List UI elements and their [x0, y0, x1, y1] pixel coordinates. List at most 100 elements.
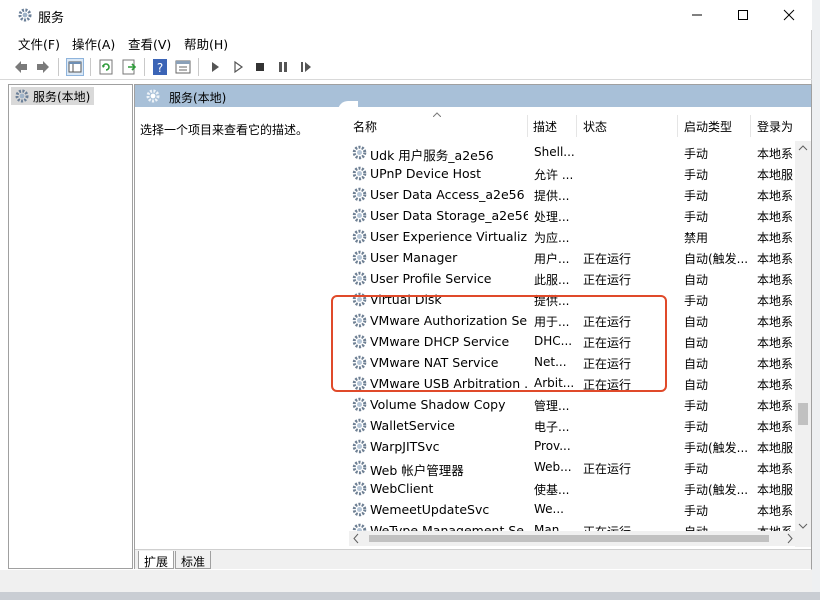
maximize-button[interactable] [720, 0, 766, 30]
service-row[interactable]: User Manager 用户... 正在运行 自动(触发... 本地系 [349, 247, 811, 268]
service-gear-icon [351, 270, 368, 287]
service-log-on-as: 本地服 [757, 168, 794, 182]
service-description: 管理... [534, 399, 570, 413]
menu-file[interactable]: 文件(F) [18, 34, 60, 53]
service-log-on-as: 本地系 [757, 504, 794, 518]
view-tabs: 扩展 标准 [135, 549, 811, 569]
menu-help[interactable]: 帮助(H) [184, 34, 228, 53]
service-row[interactable]: WemeetUpdateSvc We... 手动 本地系 [349, 499, 811, 520]
service-log-on-as: 本地系 [757, 357, 794, 371]
tab-extended[interactable]: 扩展 [138, 551, 175, 569]
service-status: 正在运行 [583, 273, 632, 287]
service-name: WemeetUpdateSvc [370, 502, 490, 517]
service-startup-type: 手动 [684, 189, 709, 203]
vertical-scroll-thumb[interactable] [798, 403, 808, 425]
services-gear-icon [146, 89, 160, 103]
menu-view[interactable]: 查看(V) [128, 34, 171, 53]
sort-ascending-icon [433, 112, 441, 117]
taskbar-strip [0, 592, 820, 600]
background-strip [812, 0, 820, 592]
service-row[interactable]: Volume Shadow Copy 管理... 手动 本地系 [349, 394, 811, 415]
service-row[interactable]: User Data Access_a2e56 提供... 手动 本地系 [349, 184, 811, 205]
service-description: Shell... [534, 145, 575, 159]
column-header-startup-type[interactable]: 启动类型 [678, 107, 750, 141]
service-name: User Data Storage_a2e56 [370, 208, 528, 223]
service-name: Web 帐户管理器 [370, 463, 464, 478]
properties-icon[interactable] [174, 58, 192, 76]
service-startup-type: 手动(触发... [684, 441, 749, 455]
service-log-on-as: 本地系 [757, 147, 794, 161]
service-log-on-as: 本地系 [757, 420, 794, 434]
column-header-status[interactable]: 状态 [577, 107, 677, 141]
service-row[interactable]: UPnP Device Host 允许 ... 手动 本地服 [349, 163, 811, 184]
horizontal-scroll-thumb[interactable] [369, 535, 769, 542]
column-header-label: 状态 [583, 120, 608, 134]
service-startup-type: 手动(触发... [684, 483, 749, 497]
service-description: Prov... [534, 439, 571, 453]
scroll-left-icon [353, 533, 359, 544]
column-header-label: 描述 [533, 120, 558, 134]
help-icon[interactable]: ? [151, 58, 169, 76]
close-button[interactable] [766, 0, 812, 30]
scroll-down-icon [798, 523, 808, 529]
back-arrow-icon[interactable] [12, 58, 30, 76]
service-startup-type: 禁用 [684, 231, 709, 245]
service-status: 正在运行 [583, 252, 632, 266]
tab-standard[interactable]: 标准 [175, 551, 212, 569]
service-gear-icon [351, 207, 368, 224]
horizontal-scrollbar[interactable] [349, 531, 797, 546]
column-header-log-on-as[interactable]: 登录为 [751, 107, 795, 141]
service-name: User Experience Virtualiz... [370, 229, 528, 244]
column-header-description[interactable]: 描述 [528, 107, 576, 141]
service-row[interactable]: User Data Storage_a2e56 处理... 手动 本地系 [349, 205, 811, 226]
service-row[interactable]: WebClient 使基... 手动(触发... 本地服 [349, 478, 811, 499]
service-name: User Data Access_a2e56 [370, 187, 525, 202]
service-description: 用户... [534, 252, 570, 266]
toolbar-separator [144, 58, 145, 76]
title-bar: 服务 [0, 0, 812, 30]
service-log-on-as: 本地系 [757, 399, 794, 413]
start-service-icon[interactable] [206, 58, 224, 76]
service-row[interactable]: User Profile Service 此服... 正在运行 自动 本地系 [349, 268, 811, 289]
service-log-on-as: 本地服 [757, 441, 794, 455]
service-row[interactable]: Udk 用户服务_a2e56 Shell... 手动 本地系 [349, 142, 811, 163]
service-gear-icon [351, 165, 368, 182]
service-row[interactable]: WarpJITSvc Prov... 手动(触发... 本地服 [349, 436, 811, 457]
service-gear-icon [351, 396, 368, 413]
panel-title: 服务(本地) [169, 91, 227, 105]
column-header-label: 登录为 [757, 120, 794, 134]
service-log-on-as: 本地系 [757, 315, 794, 329]
scroll-up-icon [798, 145, 808, 151]
service-gear-icon [351, 228, 368, 245]
start-service-icon[interactable] [229, 58, 247, 76]
service-log-on-as: 本地系 [757, 210, 794, 224]
service-description: 提供... [534, 189, 570, 203]
tree-item-services-local[interactable]: 服务(本地) [11, 87, 95, 105]
restart-service-icon[interactable] [297, 58, 315, 76]
service-gear-icon [351, 186, 368, 203]
tree-item-label: 服务(本地) [33, 90, 91, 104]
window-title: 服务 [38, 11, 65, 26]
service-row[interactable]: User Experience Virtualiz... 为应... 禁用 本地系 [349, 226, 811, 247]
service-gear-icon [351, 480, 368, 497]
service-row[interactable]: Web 帐户管理器 Web... 正在运行 手动 本地系 [349, 457, 811, 478]
forward-arrow-icon[interactable] [34, 58, 52, 76]
menu-action[interactable]: 操作(A) [72, 34, 115, 53]
description-text: 选择一个项目来查看它的描述。 [140, 123, 309, 137]
vertical-scrollbar[interactable] [795, 141, 811, 547]
service-row[interactable]: WalletService 电子... 手动 本地系 [349, 415, 811, 436]
service-gear-icon [351, 144, 368, 161]
minimize-button[interactable] [674, 0, 720, 30]
service-gear-icon [351, 249, 368, 266]
service-log-on-as: 本地系 [757, 294, 794, 308]
column-header-name[interactable]: 名称 [349, 107, 527, 141]
show-hide-console-tree-icon[interactable] [66, 58, 84, 76]
service-startup-type: 自动 [684, 273, 709, 287]
pause-service-icon[interactable] [274, 58, 292, 76]
export-list-icon[interactable] [120, 58, 138, 76]
refresh-icon[interactable] [97, 58, 115, 76]
stop-service-icon[interactable] [251, 58, 269, 76]
service-gear-icon [351, 438, 368, 455]
service-startup-type: 自动(触发... [684, 252, 749, 266]
toolbar-separator [90, 58, 91, 76]
